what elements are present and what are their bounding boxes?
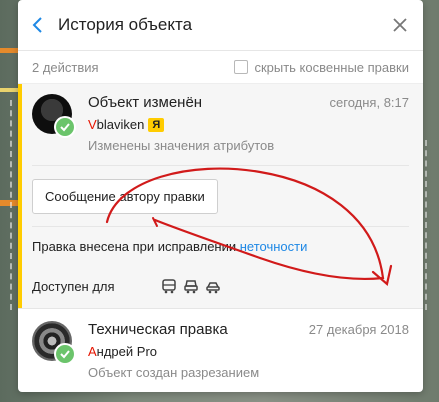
history-entry[interactable]: Техническая правка 27 декабря 2018 Андре… — [18, 308, 423, 390]
panel-header: История объекта — [18, 0, 423, 51]
hide-indirect-checkbox[interactable] — [234, 60, 249, 74]
actions-count: 2 действия — [32, 59, 99, 75]
author-initial: V — [88, 117, 97, 132]
check-icon — [54, 343, 76, 365]
avatar — [32, 321, 76, 365]
yandex-badge: Я — [148, 117, 165, 132]
active-indicator — [18, 84, 22, 308]
map-road — [0, 88, 20, 92]
truck-icon — [183, 280, 198, 294]
entry-title: Техническая правка — [88, 321, 228, 338]
car-icon — [205, 282, 220, 294]
vehicle-icons — [161, 278, 221, 294]
message-section: Сообщение автору правки — [32, 165, 409, 226]
author-name: blaviken — [96, 117, 145, 132]
author-initial: А — [88, 344, 97, 359]
entry-author[interactable]: Vblaviken Я — [88, 117, 409, 132]
bus-icon — [161, 279, 176, 294]
page-title: История объекта — [58, 15, 193, 34]
inaccuracy-link[interactable]: неточности — [240, 239, 308, 254]
hide-indirect-toggle[interactable]: скрыть косвенные правки — [234, 60, 409, 75]
message-author-button[interactable]: Сообщение автору правки — [32, 179, 218, 214]
entry-author[interactable]: Андрей Pro — [88, 344, 409, 359]
entry-body: Техническая правка 27 декабря 2018 Андре… — [88, 321, 409, 380]
history-entry[interactable]: Объект изменён сегодня, 8:17 Vblaviken Я… — [18, 84, 423, 308]
map-dashed-line — [10, 100, 14, 310]
avatar — [32, 94, 76, 138]
check-icon — [54, 116, 76, 138]
history-subbar: 2 действия скрыть косвенные правки — [18, 51, 423, 84]
fix-info: Правка внесена при исправлении неточност… — [32, 227, 409, 266]
hide-indirect-label: скрыть косвенные правки — [254, 59, 409, 75]
entry-body: Объект изменён сегодня, 8:17 Vblaviken Я… — [88, 94, 409, 153]
close-icon[interactable] — [377, 17, 423, 33]
fix-section: Правка внесена при исправлении неточност… — [32, 226, 409, 266]
entry-title: Объект изменён — [88, 94, 203, 111]
entry-date: сегодня, 8:17 — [329, 95, 409, 110]
entry-description: Изменены значения атрибутов — [88, 138, 275, 153]
back-arrow-icon[interactable] — [18, 17, 58, 33]
available-for-label: Доступен для — [32, 278, 115, 294]
availability-section: Доступен для — [32, 266, 409, 308]
map-dashed-line — [425, 140, 429, 310]
author-name: ндрей Pro — [96, 344, 157, 359]
fix-text: Правка внесена при исправлении — [32, 239, 240, 254]
object-history-panel: История объекта 2 действия скрыть косвен… — [18, 0, 423, 392]
map-road — [0, 48, 20, 53]
entry-description: Объект создан разрезанием — [88, 365, 260, 380]
entry-date: 27 декабря 2018 — [308, 322, 409, 337]
